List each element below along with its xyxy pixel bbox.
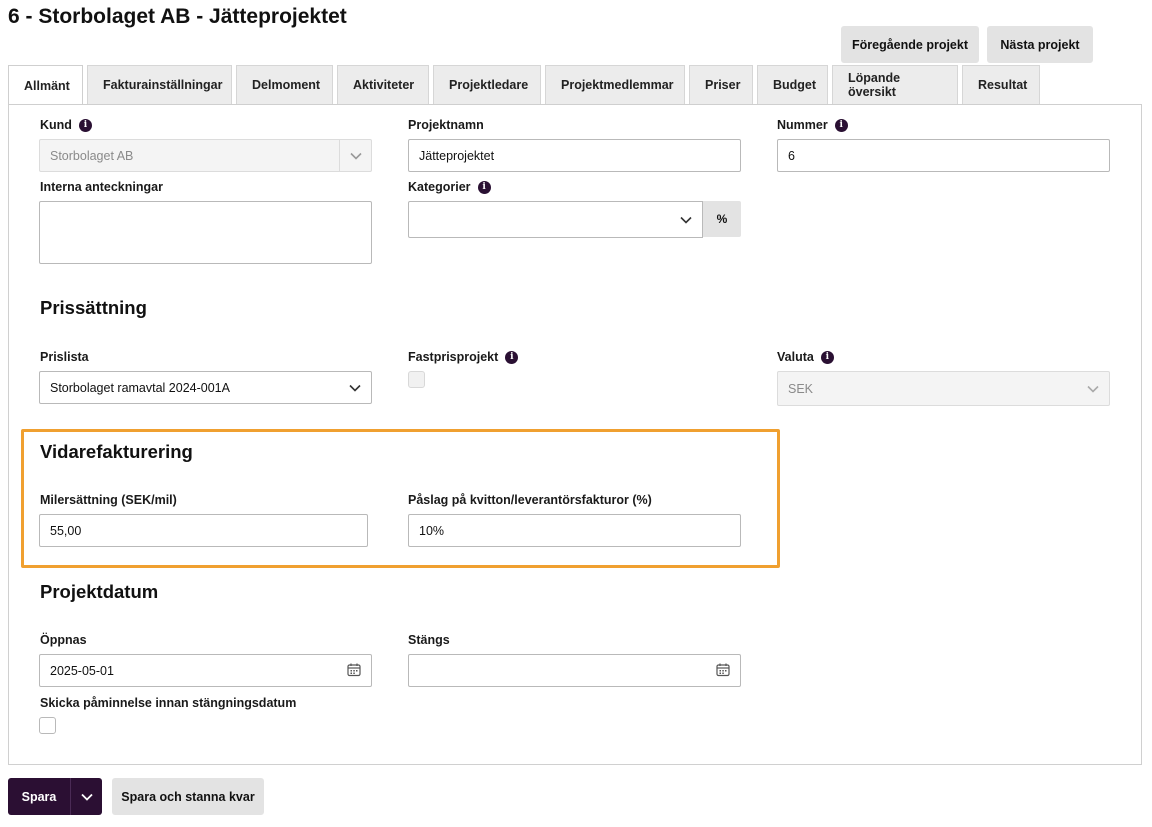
page-title: 6 - Storbolaget AB - Jätteprojektet [8, 5, 347, 28]
previous-project-button[interactable]: Föregående projekt [841, 26, 979, 63]
tab-projektledare[interactable]: Projektledare [433, 65, 541, 104]
save-dropdown-button[interactable] [70, 778, 102, 815]
save-and-stay-button[interactable]: Spara och stanna kvar [112, 778, 264, 815]
percent-addon-button[interactable]: % [703, 201, 741, 237]
project-name-label: Projektnamn [408, 118, 484, 132]
chevron-down-icon [339, 140, 371, 171]
chevron-down-icon [1087, 382, 1099, 396]
tab-resultat[interactable]: Resultat [962, 65, 1040, 104]
info-icon[interactable]: i [820, 350, 834, 364]
opens-date-input[interactable]: 2025-05-01 [39, 654, 372, 687]
project-name-text[interactable] [419, 148, 740, 163]
info-icon[interactable]: i [477, 180, 491, 194]
currency-label: Valuta i [777, 350, 834, 364]
reminder-checkbox[interactable] [39, 717, 56, 734]
mileage-text[interactable] [50, 523, 367, 538]
tab-priser[interactable]: Priser [689, 65, 753, 104]
closes-label: Stängs [408, 633, 450, 647]
tab-projektmedlemmar[interactable]: Projektmedlemmar [545, 65, 685, 104]
tab-lopande-oversikt[interactable]: Löpande översikt [832, 65, 958, 104]
tab-fakturainstallningar[interactable]: Fakturainställningar [87, 65, 232, 104]
tab-delmoment[interactable]: Delmoment [236, 65, 333, 104]
opens-label: Öppnas [40, 633, 87, 647]
next-project-button[interactable]: Nästa projekt [987, 26, 1093, 63]
save-button[interactable]: Spara [8, 778, 70, 815]
price-list-select[interactable]: Storbolaget ramavtal 2024-001A [39, 371, 372, 404]
dates-section-title: Projektdatum [40, 581, 159, 602]
categories-label: Kategorier i [408, 180, 491, 194]
chevron-down-icon [349, 381, 361, 395]
closes-date-input[interactable] [408, 654, 741, 687]
customer-label: Kund i [40, 118, 92, 132]
number-text[interactable] [788, 148, 1109, 163]
number-input[interactable] [777, 139, 1110, 172]
calendar-icon[interactable] [347, 662, 361, 679]
mileage-input[interactable] [39, 514, 368, 547]
fixed-price-checkbox[interactable] [408, 371, 425, 388]
chevron-down-icon [80, 788, 93, 806]
tab-budget[interactable]: Budget [757, 65, 828, 104]
currency-select[interactable]: SEK [777, 371, 1110, 406]
markup-input[interactable] [408, 514, 741, 547]
internal-notes-textarea[interactable] [39, 201, 372, 264]
reminder-label: Skicka påminnelse innan stängningsdatum [40, 696, 297, 710]
calendar-icon[interactable] [716, 662, 730, 679]
info-icon[interactable]: i [78, 118, 92, 132]
tab-aktiviteter[interactable]: Aktiviteter [337, 65, 429, 104]
categories-select[interactable] [408, 201, 703, 238]
markup-text[interactable] [419, 523, 740, 538]
customer-select[interactable]: Storbolaget AB [39, 139, 372, 172]
mileage-label: Milersättning (SEK/mil) [40, 493, 177, 507]
markup-label: Påslag på kvitton/leverantörsfakturor (%… [408, 493, 652, 507]
info-icon[interactable]: i [505, 350, 519, 364]
number-label: Nummer i [777, 118, 848, 132]
project-name-input[interactable] [408, 139, 741, 172]
chevron-down-icon [680, 213, 692, 227]
pricing-section-title: Prissättning [40, 297, 147, 318]
tab-allmant[interactable]: Allmänt [8, 65, 83, 105]
rebilling-section-title: Vidarefakturering [40, 441, 193, 462]
tab-bar: Allmänt Fakturainställningar Delmoment A… [8, 65, 1044, 105]
info-icon[interactable]: i [834, 118, 848, 132]
fixed-price-label: Fastprisprojekt i [408, 350, 519, 364]
internal-notes-label: Interna anteckningar [40, 180, 163, 194]
price-list-label: Prislista [40, 350, 89, 364]
